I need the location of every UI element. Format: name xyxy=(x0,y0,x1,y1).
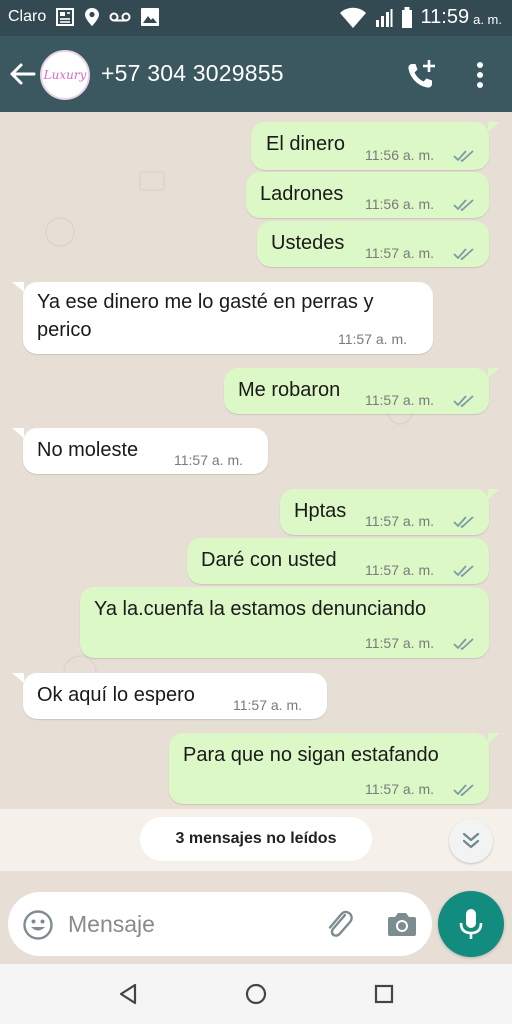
double-chevron-down-icon xyxy=(462,832,480,849)
attach-clip-icon[interactable] xyxy=(323,907,355,941)
message-outgoing[interactable]: Ustedes 11:57 a. m. xyxy=(257,221,489,267)
message-time: 11:57 a. m. xyxy=(365,513,435,529)
message-outgoing[interactable]: Hptas 11:57 a. m. xyxy=(280,489,489,535)
microphone-icon xyxy=(459,909,483,939)
bubble-tail xyxy=(488,489,500,499)
message-time: 11:56 a. m. xyxy=(365,147,435,163)
message-input[interactable]: Mensaje xyxy=(8,892,432,956)
message-text: Ustedes xyxy=(271,232,345,254)
compose-bar: Mensaje xyxy=(0,886,512,964)
double-check-icon xyxy=(453,395,474,408)
add-call-icon[interactable] xyxy=(404,58,438,92)
message-time: 11:57 a. m. xyxy=(365,562,435,578)
message-text: Hptas xyxy=(294,500,347,522)
voice-record-button[interactable] xyxy=(438,891,504,957)
message-time: 11:57 a. m. xyxy=(233,697,303,713)
location-icon xyxy=(85,8,100,26)
clock-ampm: a. m. xyxy=(473,12,502,27)
message-text: Ya la.cuenfa la estamos denunciando xyxy=(94,598,427,620)
unread-messages-label: 3 mensajes no leídos xyxy=(140,817,372,861)
message-text-line2: perico xyxy=(37,319,92,341)
signal-icon xyxy=(375,8,393,27)
bubble-tail xyxy=(488,122,500,132)
chat-header: Luxury +57 304 3029855 xyxy=(0,36,512,112)
carrier-label: Claro xyxy=(8,8,47,25)
double-check-icon xyxy=(453,638,474,651)
bubble-tail xyxy=(12,428,24,438)
bubble-tail xyxy=(488,368,500,378)
chat-area[interactable]: El dinero 11:56 a. m. Ladrones 11:56 a. … xyxy=(0,112,512,886)
image-icon xyxy=(141,8,160,26)
message-outgoing[interactable]: Daré con usted 11:57 a. m. xyxy=(187,538,489,584)
message-time: 11:56 a. m. xyxy=(365,196,435,212)
double-check-icon xyxy=(453,516,474,529)
message-incoming[interactable]: Ya ese dinero me lo gasté en perras y pe… xyxy=(23,282,433,354)
message-time: 11:57 a. m. xyxy=(365,635,435,651)
battery-icon xyxy=(401,6,412,28)
double-check-icon xyxy=(453,248,474,261)
emoji-icon[interactable] xyxy=(22,909,54,941)
double-check-icon xyxy=(453,199,474,212)
message-text: Para que no sigan estafando xyxy=(183,744,439,766)
message-placeholder: Mensaje xyxy=(68,911,155,937)
wifi-icon xyxy=(339,7,366,28)
voicemail-icon xyxy=(109,12,131,22)
avatar[interactable]: Luxury xyxy=(40,50,90,100)
message-incoming[interactable]: Ok aquí lo espero 11:57 a. m. xyxy=(23,673,327,719)
message-incoming[interactable]: No moleste 11:57 a. m. xyxy=(23,428,268,474)
double-check-icon xyxy=(453,784,474,797)
message-text: Ya ese dinero me lo gasté en perras y xyxy=(37,291,374,313)
nav-home-icon[interactable] xyxy=(244,982,268,1006)
message-time: 11:57 a. m. xyxy=(338,331,408,347)
message-text: No moleste xyxy=(37,439,139,461)
scroll-down-button[interactable] xyxy=(449,819,493,863)
bubble-tail xyxy=(12,282,24,292)
clock-time: 11:59 xyxy=(420,6,470,28)
bubble-tail xyxy=(488,733,500,743)
message-text: Ok aquí lo espero xyxy=(37,684,195,706)
contact-name[interactable]: +57 304 3029855 xyxy=(101,60,284,87)
message-outgoing[interactable]: Ladrones 11:56 a. m. xyxy=(246,172,489,218)
message-time: 11:57 a. m. xyxy=(365,781,435,797)
back-arrow-icon[interactable] xyxy=(8,60,36,88)
message-outgoing[interactable]: Ya la.cuenfa la estamos denunciando 11:5… xyxy=(80,587,489,658)
nav-recents-icon[interactable] xyxy=(372,982,396,1006)
status-bar: Claro 11:59 a. m. xyxy=(0,0,512,36)
message-outgoing[interactable]: El dinero 11:56 a. m. xyxy=(251,122,489,170)
double-check-icon xyxy=(453,150,474,163)
message-time: 11:57 a. m. xyxy=(365,392,435,408)
camera-icon[interactable] xyxy=(386,909,418,939)
avatar-logo-text: Luxury xyxy=(43,68,87,82)
unread-divider: 3 mensajes no leídos xyxy=(0,809,512,871)
news-icon xyxy=(56,8,75,26)
system-navigation-bar xyxy=(0,964,512,1024)
message-time: 11:57 a. m. xyxy=(174,452,244,468)
message-text: Daré con usted xyxy=(201,549,337,571)
message-text: Me robaron xyxy=(238,379,341,401)
message-time: 11:57 a. m. xyxy=(365,245,435,261)
message-outgoing[interactable]: Me robaron 11:57 a. m. xyxy=(224,368,489,414)
bubble-tail xyxy=(12,673,24,683)
nav-back-icon[interactable] xyxy=(116,982,140,1006)
message-text: Ladrones xyxy=(260,183,344,205)
more-vert-icon[interactable] xyxy=(470,58,490,92)
double-check-icon xyxy=(453,565,474,578)
message-text: El dinero xyxy=(266,133,345,155)
message-outgoing[interactable]: Para que no sigan estafando 11:57 a. m. xyxy=(169,733,489,804)
